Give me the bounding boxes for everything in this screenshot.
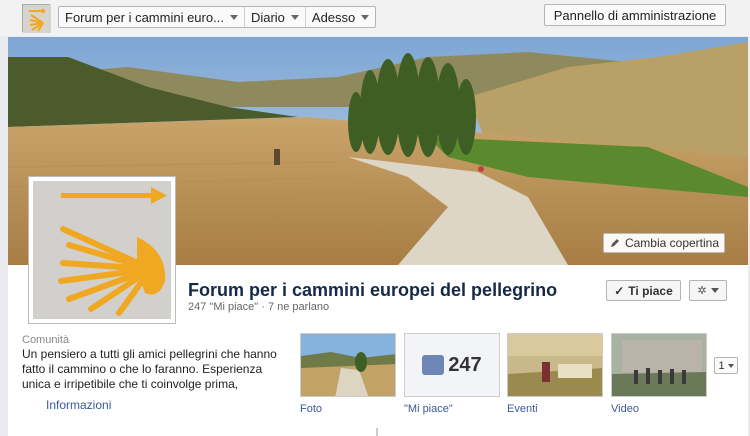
scallop-shell-arrow-image — [33, 181, 171, 319]
breadcrumb-page-label: Forum per i cammini euro... — [65, 9, 224, 25]
admin-panel-button[interactable]: Pannello di amministrazione — [544, 4, 726, 26]
like-button-label: Ti piace — [628, 283, 673, 298]
videos-app-thumbnail[interactable] — [611, 333, 707, 397]
videos-app-label[interactable]: Video — [611, 403, 639, 415]
pencil-icon — [610, 239, 619, 247]
breadcrumb-adesso-label: Adesso — [311, 9, 356, 25]
likes-app-box[interactable]: 247 — [404, 333, 500, 397]
chevron-down-icon — [290, 14, 299, 20]
breadcrumb: Forum per i cammini euro... Diario Adess… — [58, 6, 377, 28]
photos-app-thumbnail[interactable] — [300, 333, 396, 397]
page-avatar-thumbnail[interactable] — [22, 4, 51, 33]
page-stats: 247 "Mi piace" · 7 ne parlano — [188, 301, 330, 313]
category-label: Comunità — [22, 334, 70, 346]
events-app-thumbnail[interactable] — [507, 333, 603, 397]
chevron-down-icon — [361, 14, 370, 20]
profile-picture[interactable] — [28, 176, 176, 324]
breadcrumb-adesso-selector[interactable]: Adesso — [306, 7, 375, 27]
chevron-down-icon — [727, 363, 734, 368]
change-cover-label: Cambia copertina — [624, 236, 720, 250]
likes-count: 247 — [448, 353, 482, 376]
chevron-down-icon — [229, 14, 238, 20]
thumbs-up-icon — [422, 355, 445, 375]
page-title: Forum per i cammini europei del pellegri… — [188, 280, 558, 300]
settings-dropdown-button[interactable]: ✲ — [689, 280, 727, 301]
breadcrumb-page-selector[interactable]: Forum per i cammini euro... — [59, 7, 245, 27]
likes-app-label[interactable]: "Mi piace" — [404, 403, 453, 415]
breadcrumb-diario-label: Diario — [250, 9, 285, 25]
photo-thumbnail-image — [301, 334, 395, 396]
page-description: Un pensiero a tutti gli amici pellegrini… — [22, 347, 277, 391]
breadcrumb-diario-selector[interactable]: Diario — [245, 7, 306, 27]
top-navigation-bar: Forum per i cammini euro... Diario Adess… — [0, 0, 750, 36]
apps-pager-dropdown[interactable]: 1 — [714, 357, 738, 374]
photos-app-label[interactable]: Foto — [300, 403, 322, 415]
video-thumbnail-image — [612, 334, 706, 396]
check-icon: ✓ — [614, 283, 625, 298]
pager-value: 1 — [718, 359, 725, 372]
chevron-down-icon — [710, 288, 719, 293]
change-cover-button[interactable]: Cambia copertina — [603, 233, 725, 253]
events-app-label[interactable]: Eventi — [507, 403, 538, 415]
about-box: Comunità Un pensiero a tutti gli amici p… — [22, 333, 292, 397]
like-button[interactable]: ✓ Ti piace — [606, 280, 681, 301]
timeline-divider — [376, 428, 378, 436]
gear-icon: ✲ — [697, 285, 707, 297]
info-link[interactable]: Informazioni — [46, 398, 111, 412]
event-poster-image — [508, 334, 602, 396]
scallop-shell-icon — [23, 5, 51, 33]
